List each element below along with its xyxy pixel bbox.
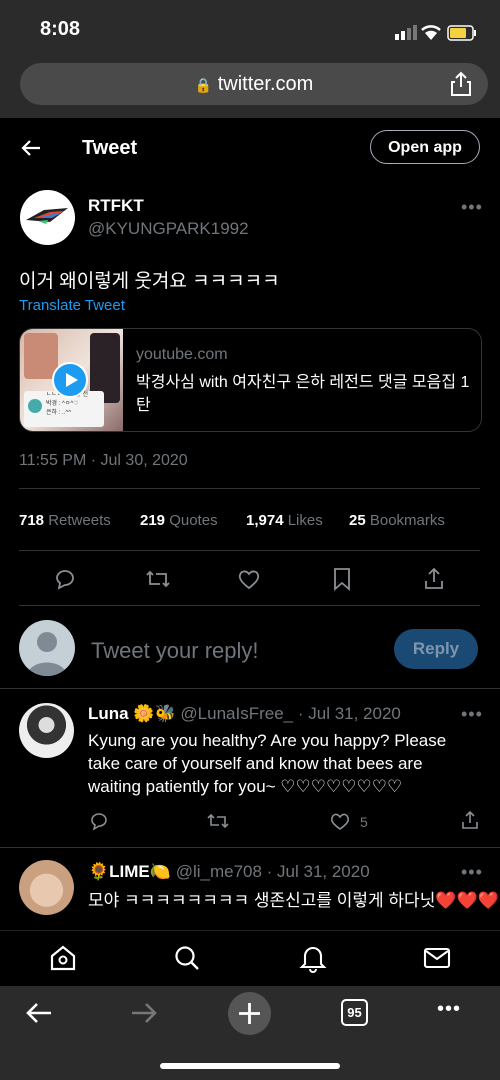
plus-icon [239, 1003, 260, 1024]
open-app-button[interactable]: Open app [370, 130, 480, 164]
thumb-line-3: 은하 : ..^^ [46, 410, 72, 416]
more-icon[interactable]: ••• [461, 862, 483, 883]
more-icon[interactable]: ••• [461, 197, 483, 218]
reply-text: 모야 ㅋㅋㅋㅋㅋㅋㅋㅋ 생존신고를 이렇게 하다닛❤️❤️❤️ [88, 891, 499, 910]
reply-text: Kyung are you healthy? Are you happy? Pl… [88, 731, 447, 796]
name-emoji: 🌼🐝 [133, 704, 176, 723]
browser-menu-icon[interactable]: ••• [437, 998, 461, 1021]
video-thumbnail: ㄴㄴㄴ 우연창 전 박경 : ^ㅇ^♡ 은하 : ..^^ [20, 329, 123, 431]
more-icon[interactable]: ••• [461, 704, 483, 725]
page-title: Tweet [82, 137, 138, 159]
link-card[interactable]: ㄴㄴㄴ 우연창 전 박경 : ^ㅇ^♡ 은하 : ..^^ youtube.co… [19, 328, 482, 432]
quotes-stat[interactable]: 219 Quotes [140, 512, 218, 529]
user-avatar [19, 620, 75, 676]
rtfkt-logo-icon [26, 208, 68, 224]
home-indicator [160, 1063, 340, 1069]
author-handle[interactable]: @KYUNGPARK1992 [88, 219, 249, 239]
reply-author-name[interactable]: Luna [88, 704, 129, 723]
divider [19, 488, 480, 489]
divider [19, 550, 480, 551]
avatar[interactable] [20, 190, 75, 245]
search-icon[interactable] [173, 944, 201, 972]
avatar[interactable] [19, 703, 74, 758]
browser-back-icon[interactable] [24, 1001, 54, 1025]
reply-item[interactable]: 🌻LIME🍋 @li_me708 · Jul 31, 2020 ••• 모야 ㅋ… [0, 848, 500, 930]
reply-icon[interactable] [89, 811, 109, 831]
avatar[interactable] [19, 860, 74, 915]
status-time: 8:08 [40, 18, 81, 40]
browser-forward-icon[interactable] [129, 1001, 159, 1025]
default-avatar-icon [27, 632, 67, 676]
reply-input[interactable]: Tweet your reply! [91, 638, 259, 664]
tweet-text: 이거 왜이렇게 웃겨요 ㅋㅋㅋㅋㅋ [19, 271, 280, 292]
status-icons [395, 25, 476, 41]
like-icon[interactable] [237, 568, 261, 590]
bookmarks-stat[interactable]: 25 Bookmarks [349, 512, 445, 529]
address-bar[interactable]: 🔒 twitter.com [20, 63, 488, 105]
reply-like-count: 5 [360, 814, 368, 830]
reply-icon[interactable] [53, 567, 77, 591]
retweet-icon[interactable] [207, 812, 229, 830]
status-bar: 8:08 [0, 0, 500, 60]
reply-handle-date[interactable]: @LunaIsFree_ · Jul 31, 2020 [180, 704, 400, 723]
home-icon[interactable] [49, 944, 77, 972]
share-tweet-icon[interactable] [461, 810, 479, 830]
lock-icon: 🔒 [194, 77, 213, 93]
divider [19, 605, 480, 606]
like-icon[interactable] [330, 812, 350, 830]
bottom-tab-bar [0, 930, 500, 987]
new-tab-button[interactable] [228, 992, 271, 1035]
tabs-button[interactable]: 95 [341, 999, 368, 1026]
play-icon[interactable] [52, 362, 88, 398]
retweet-icon[interactable] [145, 568, 171, 590]
share-icon[interactable] [450, 71, 472, 97]
likes-stat[interactable]: 1,974 Likes [246, 512, 323, 529]
card-domain: youtube.com [136, 346, 228, 363]
messages-icon[interactable] [423, 946, 451, 970]
card-title: 박경사심 with 여자친구 은하 레전드 댓글 모음집 1탄 [136, 374, 470, 414]
bookmark-icon[interactable] [332, 567, 352, 591]
notifications-icon[interactable] [299, 943, 327, 973]
author-name[interactable]: RTFKT [88, 196, 144, 216]
reply-item[interactable]: Luna 🌼🐝 @LunaIsFree_ · Jul 31, 2020 ••• … [0, 689, 500, 847]
thumb-line-2: 박경 : ^ㅇ^♡ [46, 401, 79, 407]
retweets-stat[interactable]: 718 Retweets [19, 512, 111, 529]
reply-button[interactable]: Reply [394, 629, 478, 669]
reply-handle-date[interactable]: @li_me708 · Jul 31, 2020 [176, 862, 370, 881]
tweet-timestamp[interactable]: 11:55 PM · Jul 30, 2020 [19, 452, 188, 470]
translate-link[interactable]: Translate Tweet [19, 297, 125, 314]
share-tweet-icon[interactable] [423, 567, 445, 591]
url-text: twitter.com [217, 73, 314, 95]
reply-author-name[interactable]: 🌻LIME🍋 [88, 862, 171, 881]
back-arrow-icon[interactable] [20, 138, 42, 158]
